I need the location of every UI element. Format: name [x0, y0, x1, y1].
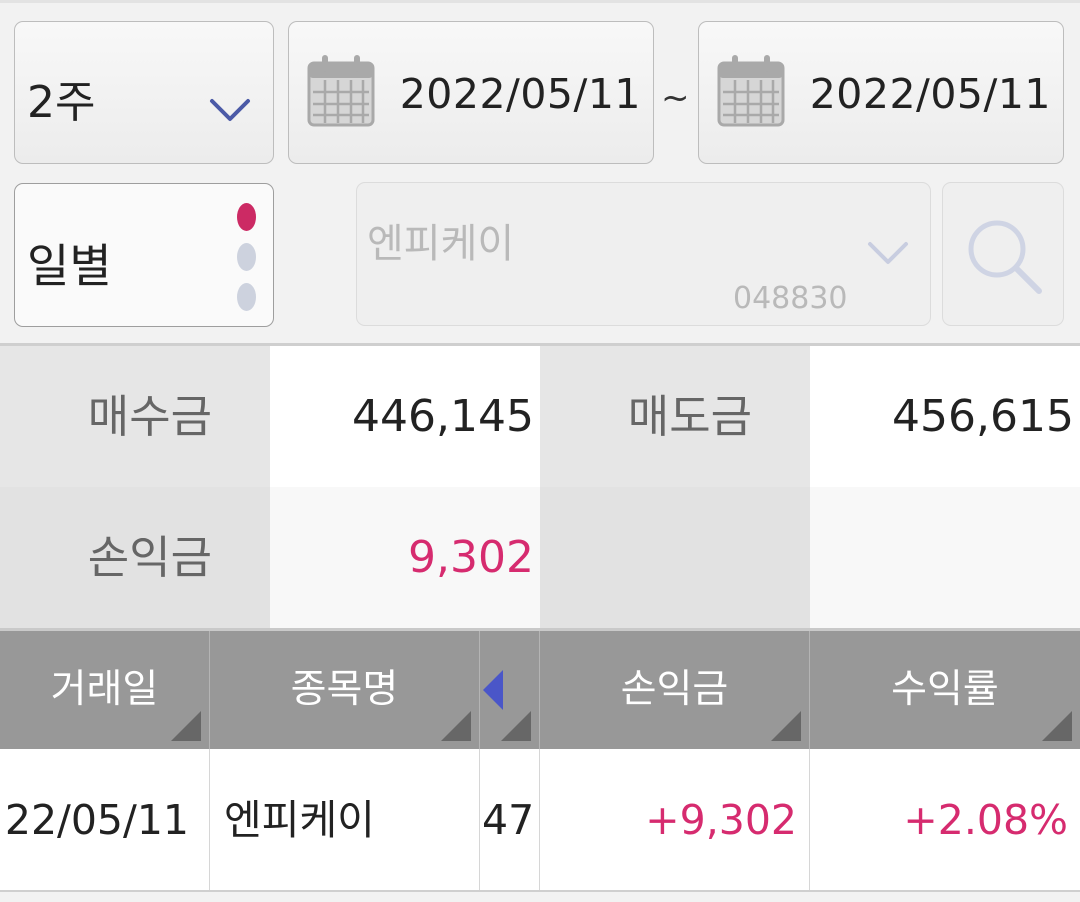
profit-value: 9,302	[270, 487, 540, 628]
row-bottom-divider	[0, 890, 1080, 892]
chevron-down-icon	[209, 98, 251, 126]
sell-amount-label: 매도금	[540, 346, 810, 487]
date-separator: ~	[661, 78, 690, 118]
view-mode-selector[interactable]: 일별	[14, 183, 274, 327]
header-profit[interactable]: 손익금	[540, 631, 810, 749]
search-button[interactable]	[942, 182, 1064, 326]
period-dropdown[interactable]: 2주	[14, 21, 274, 164]
profit-label: 손익금	[0, 487, 270, 628]
left-arrow-icon[interactable]	[483, 670, 503, 710]
header-stock-name[interactable]: 종목명	[210, 631, 480, 749]
stock-selector[interactable]: 엔피케이 048830	[356, 182, 931, 326]
sort-corner-icon	[501, 711, 531, 741]
top-divider	[0, 0, 1080, 3]
header-trade-date[interactable]: 거래일	[0, 631, 210, 749]
summary-empty-value	[810, 487, 1080, 628]
calendar-icon	[717, 53, 785, 133]
stock-name: 엔피케이	[367, 221, 515, 267]
header-return-rate-label: 수익률	[891, 667, 999, 712]
date-from-picker[interactable]: 2022/05/11	[288, 21, 654, 164]
row-profit: +9,302	[540, 749, 810, 891]
sort-corner-icon	[171, 711, 201, 741]
date-to-value: 2022/05/11	[809, 70, 1051, 118]
header-profit-label: 손익금	[620, 667, 729, 712]
header-stock-name-label: 종목명	[290, 667, 399, 712]
date-to-picker[interactable]: 2022/05/11	[698, 21, 1064, 164]
page-indicator-dot-1	[237, 203, 256, 231]
date-from-value: 2022/05/11	[399, 70, 641, 118]
calendar-icon	[307, 53, 375, 133]
page-indicator-dot-3	[237, 283, 256, 311]
summary-empty-label	[540, 487, 810, 628]
sort-corner-icon	[1042, 711, 1072, 741]
sell-amount-value: 456,615	[810, 346, 1080, 487]
period-value: 2주	[27, 77, 96, 128]
buy-amount-value: 446,145	[270, 346, 540, 487]
chevron-down-icon	[867, 241, 909, 269]
page-indicator-dot-2	[237, 243, 256, 271]
row-return-rate: +2.08%	[810, 749, 1080, 891]
row-stock-name: 엔피케이	[210, 749, 480, 891]
view-mode-value: 일별	[27, 239, 112, 293]
sort-corner-icon	[771, 711, 801, 741]
header-trade-date-label: 거래일	[50, 667, 159, 712]
stock-code: 048830	[733, 281, 848, 316]
search-icon	[968, 220, 1042, 294]
buy-amount-label: 매수금	[0, 346, 270, 487]
sort-corner-icon	[441, 711, 471, 741]
header-return-rate[interactable]: 수익률	[810, 631, 1080, 749]
row-trade-date: 22/05/11	[0, 749, 210, 891]
row-quantity: 47	[480, 749, 540, 891]
